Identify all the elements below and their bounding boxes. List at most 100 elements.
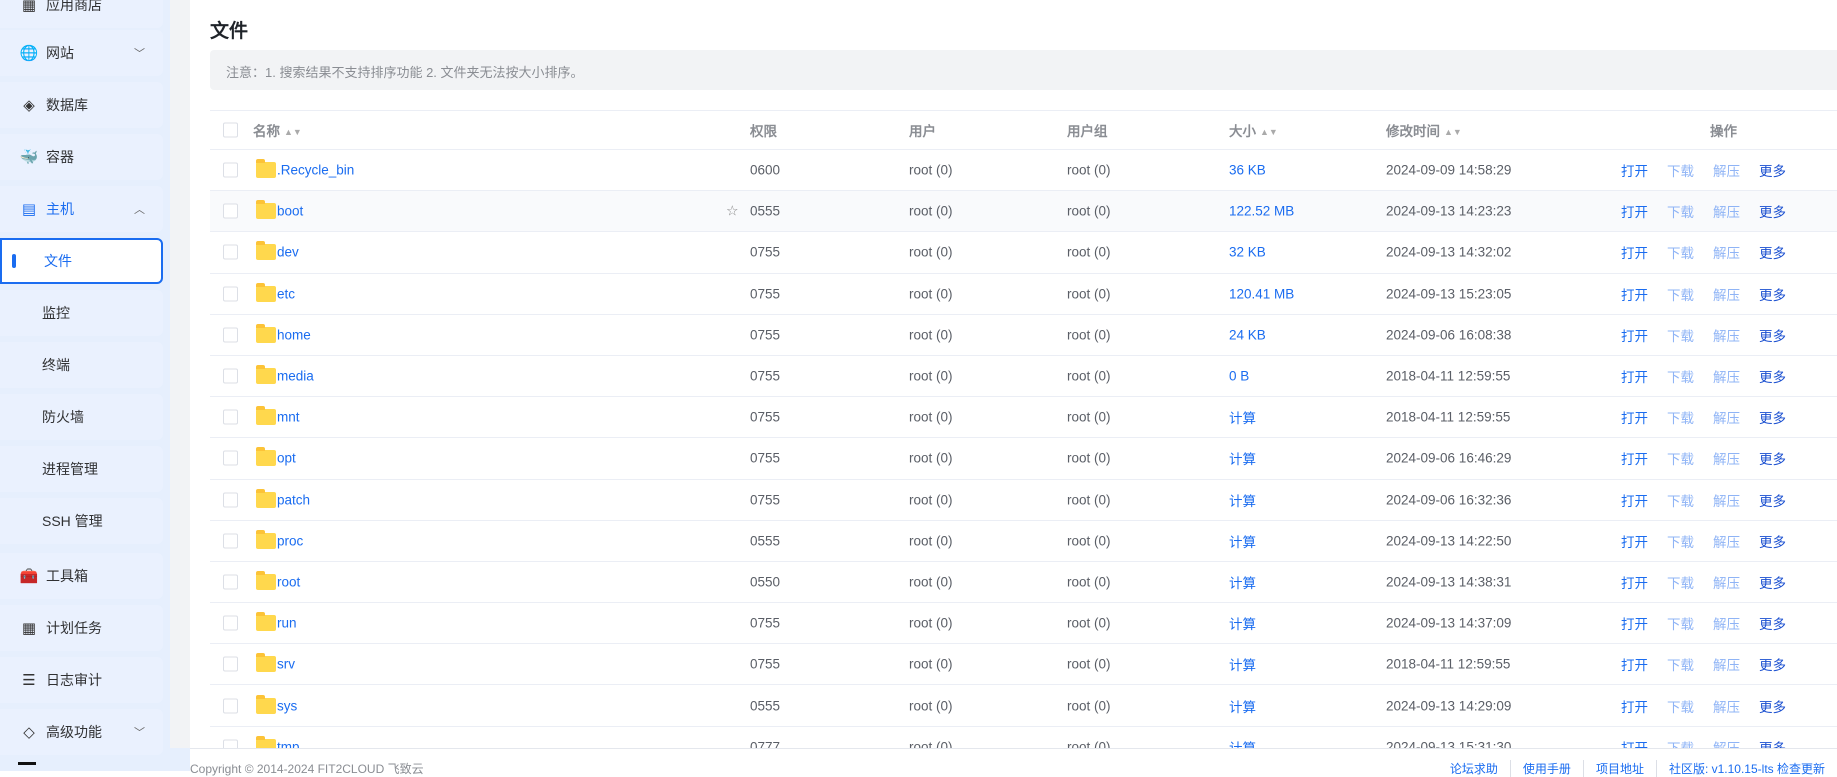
- extract-button[interactable]: 解压: [1713, 654, 1740, 674]
- row-checkbox[interactable]: [223, 203, 238, 219]
- permission[interactable]: 0755: [750, 327, 780, 342]
- size[interactable]: 32 KB: [1229, 245, 1266, 260]
- file-name-link[interactable]: sys: [277, 698, 297, 713]
- file-name-link[interactable]: media: [277, 369, 314, 384]
- user[interactable]: root (0): [909, 492, 953, 507]
- download-button[interactable]: 下载: [1667, 531, 1694, 551]
- sidebar-item[interactable]: SSH 管理: [0, 498, 163, 544]
- file-name-link[interactable]: srv: [277, 657, 295, 672]
- sidebar-item[interactable]: 🌐 网站 ﹀: [0, 30, 163, 76]
- group[interactable]: root (0): [1067, 204, 1111, 219]
- table-row[interactable]: patch 0755 root (0) root (0) 计算 2024-09-…: [210, 480, 1837, 521]
- file-name-link[interactable]: etc: [277, 286, 295, 301]
- permission[interactable]: 0755: [750, 410, 780, 425]
- download-button[interactable]: 下载: [1667, 160, 1694, 180]
- extract-button[interactable]: 解压: [1713, 613, 1740, 633]
- sidebar-item[interactable]: ☰ 日志审计: [0, 657, 163, 703]
- row-checkbox[interactable]: [223, 244, 238, 260]
- sidebar-item[interactable]: 进程管理: [0, 446, 163, 492]
- size[interactable]: 122.52 MB: [1229, 204, 1294, 219]
- sidebar-item[interactable]: 终端: [0, 342, 163, 388]
- group[interactable]: root (0): [1067, 492, 1111, 507]
- permission[interactable]: 0755: [750, 616, 780, 631]
- size[interactable]: 120.41 MB: [1229, 286, 1294, 301]
- sort-icon[interactable]: ▲▼: [1260, 127, 1278, 137]
- download-button[interactable]: 下载: [1667, 654, 1694, 674]
- group[interactable]: root (0): [1067, 533, 1111, 548]
- open-button[interactable]: 打开: [1621, 407, 1648, 427]
- download-button[interactable]: 下载: [1667, 201, 1694, 221]
- header-size[interactable]: 大小 ▲▼: [1229, 120, 1278, 140]
- permission[interactable]: 0755: [750, 245, 780, 260]
- group[interactable]: root (0): [1067, 410, 1111, 425]
- table-row[interactable]: opt 0755 root (0) root (0) 计算 2024-09-06…: [210, 438, 1837, 480]
- table-row[interactable]: proc 0555 root (0) root (0) 计算 2024-09-1…: [210, 521, 1837, 562]
- extract-button[interactable]: 解压: [1713, 531, 1740, 551]
- open-button[interactable]: 打开: [1621, 613, 1648, 633]
- group[interactable]: root (0): [1067, 657, 1111, 672]
- extract-button[interactable]: 解压: [1713, 737, 1740, 748]
- row-checkbox[interactable]: [223, 615, 238, 631]
- row-checkbox[interactable]: [223, 368, 238, 384]
- extract-button[interactable]: 解压: [1713, 407, 1740, 427]
- more-button[interactable]: 更多: [1759, 160, 1786, 180]
- file-name-link[interactable]: boot: [277, 204, 303, 219]
- user[interactable]: root (0): [909, 533, 953, 548]
- extract-button[interactable]: 解压: [1713, 242, 1740, 262]
- permission[interactable]: 0755: [750, 369, 780, 384]
- more-button[interactable]: 更多: [1759, 531, 1786, 551]
- open-button[interactable]: 打开: [1621, 654, 1648, 674]
- row-checkbox[interactable]: [223, 739, 238, 748]
- sidebar-item[interactable]: ▤ 主机 ︿: [0, 186, 163, 232]
- open-button[interactable]: 打开: [1621, 737, 1648, 748]
- more-button[interactable]: 更多: [1759, 654, 1786, 674]
- size[interactable]: 计算: [1229, 696, 1256, 716]
- row-checkbox[interactable]: [223, 574, 238, 590]
- open-button[interactable]: 打开: [1621, 448, 1648, 468]
- group[interactable]: root (0): [1067, 616, 1111, 631]
- group[interactable]: root (0): [1067, 369, 1111, 384]
- row-checkbox[interactable]: [223, 409, 238, 425]
- chevron-up-icon[interactable]: ︿: [134, 201, 145, 217]
- open-button[interactable]: 打开: [1621, 366, 1648, 386]
- star-icon[interactable]: ☆: [726, 203, 739, 220]
- footer-link[interactable]: 项目地址: [1582, 760, 1656, 777]
- download-button[interactable]: 下载: [1667, 407, 1694, 427]
- file-name-link[interactable]: mnt: [277, 410, 300, 425]
- row-checkbox[interactable]: [223, 286, 238, 302]
- group[interactable]: root (0): [1067, 327, 1111, 342]
- size[interactable]: 24 KB: [1229, 327, 1266, 342]
- table-row[interactable]: tmp 0777 root (0) root (0) 计算 2024-09-13…: [210, 727, 1837, 748]
- download-button[interactable]: 下载: [1667, 737, 1694, 748]
- permission[interactable]: 0755: [750, 286, 780, 301]
- open-button[interactable]: 打开: [1621, 325, 1648, 345]
- file-name-link[interactable]: patch: [277, 492, 310, 507]
- permission[interactable]: 0777: [750, 739, 780, 748]
- more-button[interactable]: 更多: [1759, 696, 1786, 716]
- more-button[interactable]: 更多: [1759, 448, 1786, 468]
- sidebar-item[interactable]: 文件: [0, 238, 163, 284]
- open-button[interactable]: 打开: [1621, 696, 1648, 716]
- permission[interactable]: 0755: [750, 451, 780, 466]
- user[interactable]: root (0): [909, 657, 953, 672]
- user[interactable]: root (0): [909, 327, 953, 342]
- user[interactable]: root (0): [909, 451, 953, 466]
- extract-button[interactable]: 解压: [1713, 572, 1740, 592]
- table-row[interactable]: .Recycle_bin 0600 root (0) root (0) 36 K…: [210, 150, 1837, 192]
- group[interactable]: root (0): [1067, 286, 1111, 301]
- table-row[interactable]: home 0755 root (0) root (0) 24 KB 2024-0…: [210, 315, 1837, 356]
- download-button[interactable]: 下载: [1667, 613, 1694, 633]
- more-button[interactable]: 更多: [1759, 737, 1786, 748]
- file-name-link[interactable]: opt: [277, 451, 296, 466]
- size[interactable]: 计算: [1229, 490, 1256, 510]
- extract-button[interactable]: 解压: [1713, 201, 1740, 221]
- open-button[interactable]: 打开: [1621, 490, 1648, 510]
- open-button[interactable]: 打开: [1621, 242, 1648, 262]
- permission[interactable]: 0555: [750, 533, 780, 548]
- open-button[interactable]: 打开: [1621, 284, 1648, 304]
- file-name-link[interactable]: home: [277, 327, 311, 342]
- size[interactable]: 计算: [1229, 448, 1256, 468]
- row-checkbox[interactable]: [223, 327, 238, 343]
- download-button[interactable]: 下载: [1667, 325, 1694, 345]
- file-name-link[interactable]: .Recycle_bin: [277, 163, 354, 178]
